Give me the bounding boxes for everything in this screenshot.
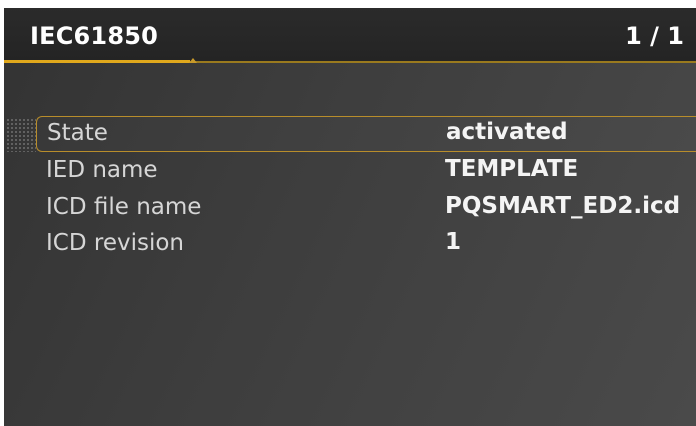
ied-name-label: IED name: [46, 157, 158, 183]
device-screen: IEC61850 1 / 1 State activated IED name …: [4, 8, 696, 426]
header-bar: IEC61850 1 / 1: [4, 8, 696, 62]
list-item-state[interactable]: State activated: [36, 116, 696, 152]
ied-name-value: TEMPLATE: [445, 156, 579, 182]
state-label: State: [47, 120, 108, 146]
selection-grip-icon: [6, 118, 36, 152]
list-item-icd-revision[interactable]: ICD revision 1: [36, 227, 696, 261]
active-tab-indicator: [4, 60, 190, 63]
icd-file-name-label: ICD file name: [46, 194, 202, 220]
icd-revision-value: 1: [445, 229, 462, 255]
tab-marker-icon: [189, 58, 197, 63]
icd-file-name-value: PQSMART_ED2.icd: [445, 193, 681, 219]
state-value: activated: [446, 119, 568, 145]
icd-revision-label: ICD revision: [46, 230, 184, 256]
list-item-ied-name[interactable]: IED name TEMPLATE: [36, 154, 696, 188]
page-title: IEC61850: [30, 22, 159, 50]
list-item-icd-file-name[interactable]: ICD file name PQSMART_ED2.icd: [36, 191, 696, 225]
page-indicator: 1 / 1: [625, 22, 684, 50]
